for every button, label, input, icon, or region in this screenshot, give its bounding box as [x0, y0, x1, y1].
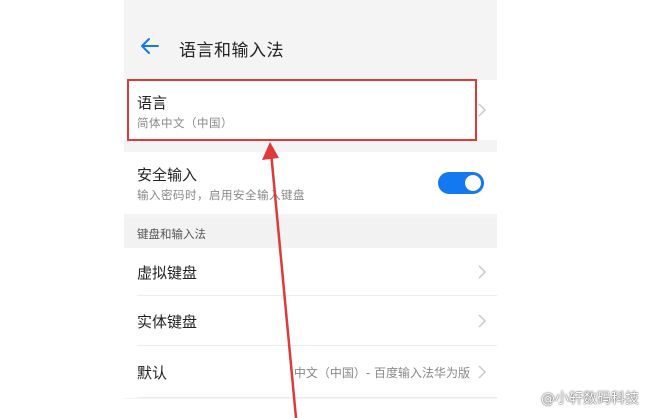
default-label: 默认	[137, 364, 168, 382]
language-label: 语言	[137, 94, 168, 112]
language-row[interactable]: 语言 简体中文（中国）	[124, 80, 497, 140]
secure-input-row: 安全输入 输入密码时，启用安全输入键盘	[124, 152, 497, 214]
language-value: 简体中文（中国）	[137, 116, 233, 130]
toggle-knob	[465, 175, 481, 191]
chevron-right-icon	[478, 314, 487, 328]
watermark-logo-icon	[521, 390, 537, 406]
chevron-right-icon	[478, 265, 487, 279]
keyboard-item-default[interactable]: 默认 中文（中国）- 百度输入法华为版	[124, 346, 497, 398]
virtual-keyboard-label: 虚拟键盘	[137, 264, 198, 282]
partial-row	[124, 399, 497, 418]
chevron-right-icon	[478, 103, 487, 117]
keyboard-item-physical[interactable]: 实体键盘	[124, 296, 497, 346]
chevron-right-icon	[478, 365, 487, 379]
section-title: 键盘和输入法	[137, 227, 206, 241]
keyboard-item-virtual[interactable]: 虚拟键盘	[124, 248, 497, 296]
secure-input-toggle[interactable]	[438, 172, 484, 194]
keyboard-section-header: 键盘和输入法	[124, 218, 497, 248]
page-title: 语言和输入法	[179, 41, 284, 61]
app-bar: 语言和输入法	[124, 0, 497, 72]
page: 语言和输入法 语言 简体中文（中国） 安全输入 输入密码时，启用安全输入键盘 键…	[0, 0, 649, 418]
divider	[137, 397, 497, 398]
back-arrow-icon[interactable]	[138, 34, 162, 58]
watermark-text: @小轩数码科技	[541, 391, 639, 407]
watermark: @小轩数码科技	[521, 388, 639, 408]
secure-input-description: 输入密码时，启用安全输入键盘	[137, 188, 305, 202]
settings-screen: 语言和输入法 语言 简体中文（中国） 安全输入 输入密码时，启用安全输入键盘 键…	[124, 0, 497, 418]
physical-keyboard-label: 实体键盘	[137, 313, 198, 331]
default-input-method-value: 中文（中国）- 百度输入法华为版	[293, 366, 470, 380]
secure-input-label: 安全输入	[137, 166, 198, 184]
